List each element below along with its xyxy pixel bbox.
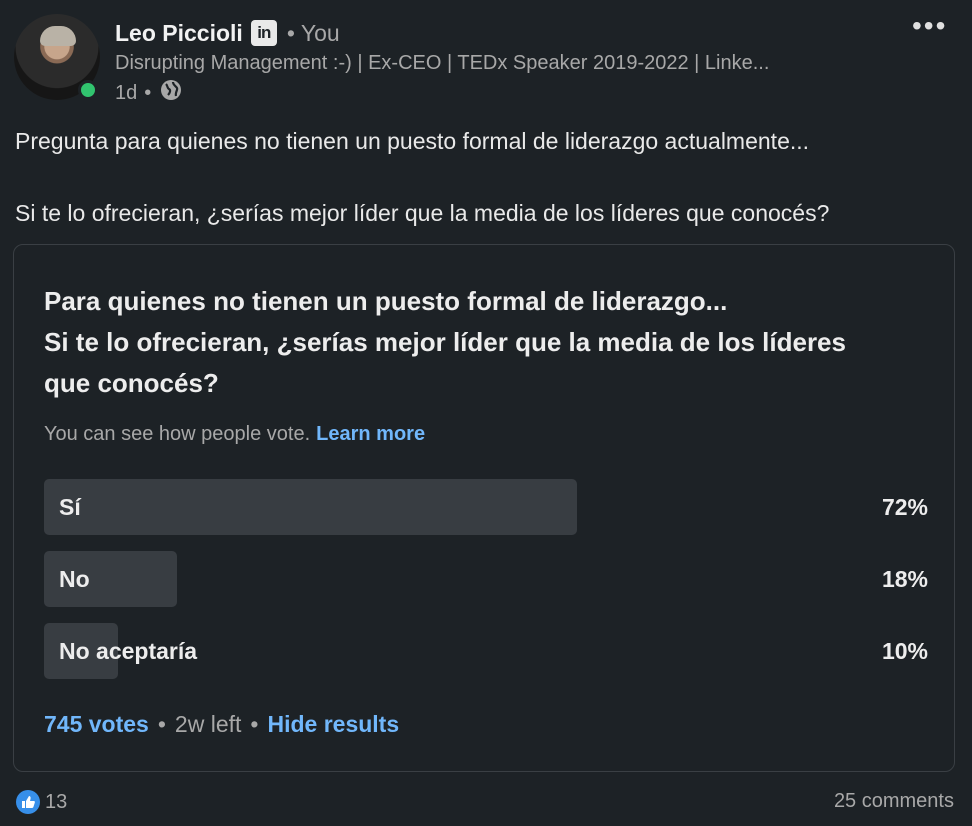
poll-option-bar <box>44 479 577 535</box>
post-time: 1d <box>115 81 138 104</box>
linkedin-icon: in <box>250 20 277 46</box>
poll-question-line: Para quienes no tienen un puesto formal … <box>44 286 728 316</box>
learn-more-link[interactable]: Learn more <box>316 423 425 445</box>
hide-results-button[interactable]: Hide results <box>267 711 399 738</box>
post-meta: 1d • <box>115 80 183 106</box>
poll-visibility-note: You can see how people vote. Learn more <box>44 423 426 445</box>
reactions-count[interactable]: 13 <box>16 790 67 814</box>
poll-time-left: 2w left <box>174 711 242 737</box>
post-text-line-1: Pregunta para quienes no tienen un puest… <box>15 128 810 154</box>
author-headline: Disrupting Management :-) | Ex-CEO | TED… <box>115 52 770 74</box>
poll-footer: 745 votes • 2w left • Hide results <box>44 711 400 738</box>
poll-card: Para quienes no tienen un puesto formal … <box>13 244 955 772</box>
reaction-count: 13 <box>45 790 68 813</box>
post-text-line-2: Si te lo ofrecieran, ¿serías mejor líder… <box>15 200 830 226</box>
like-icon <box>16 790 40 814</box>
poll-option-percent: 10% <box>881 638 928 664</box>
poll-option-percent: 72% <box>881 494 928 520</box>
more-options-button[interactable]: ••• <box>912 12 947 40</box>
poll-question: Para quienes no tienen un puesto formal … <box>44 281 934 404</box>
author-name-row: Leo Piccioli in • You <box>115 18 340 48</box>
comments-count-link[interactable]: 25 comments <box>834 790 954 813</box>
poll-option-no-aceptaria[interactable]: No aceptaría 10% <box>44 623 928 679</box>
author-relation: • You <box>286 19 340 46</box>
poll-question-line: que conocés? <box>44 368 219 398</box>
poll-question-line: Si te lo ofrecieran, ¿serías mejor líder… <box>44 327 846 357</box>
poll-option-no[interactable]: No 18% <box>44 551 928 607</box>
poll-option-percent: 18% <box>881 566 928 592</box>
poll-option-label: No aceptaría <box>59 638 198 664</box>
author-name[interactable]: Leo Piccioli <box>115 20 243 47</box>
poll-option-label: Sí <box>59 494 81 520</box>
globe-icon <box>159 78 183 108</box>
poll-option-si[interactable]: Sí 72% <box>44 479 928 535</box>
poll-option-label: No <box>59 566 90 592</box>
online-status-indicator <box>78 80 98 100</box>
votes-link[interactable]: 745 votes <box>44 711 149 738</box>
